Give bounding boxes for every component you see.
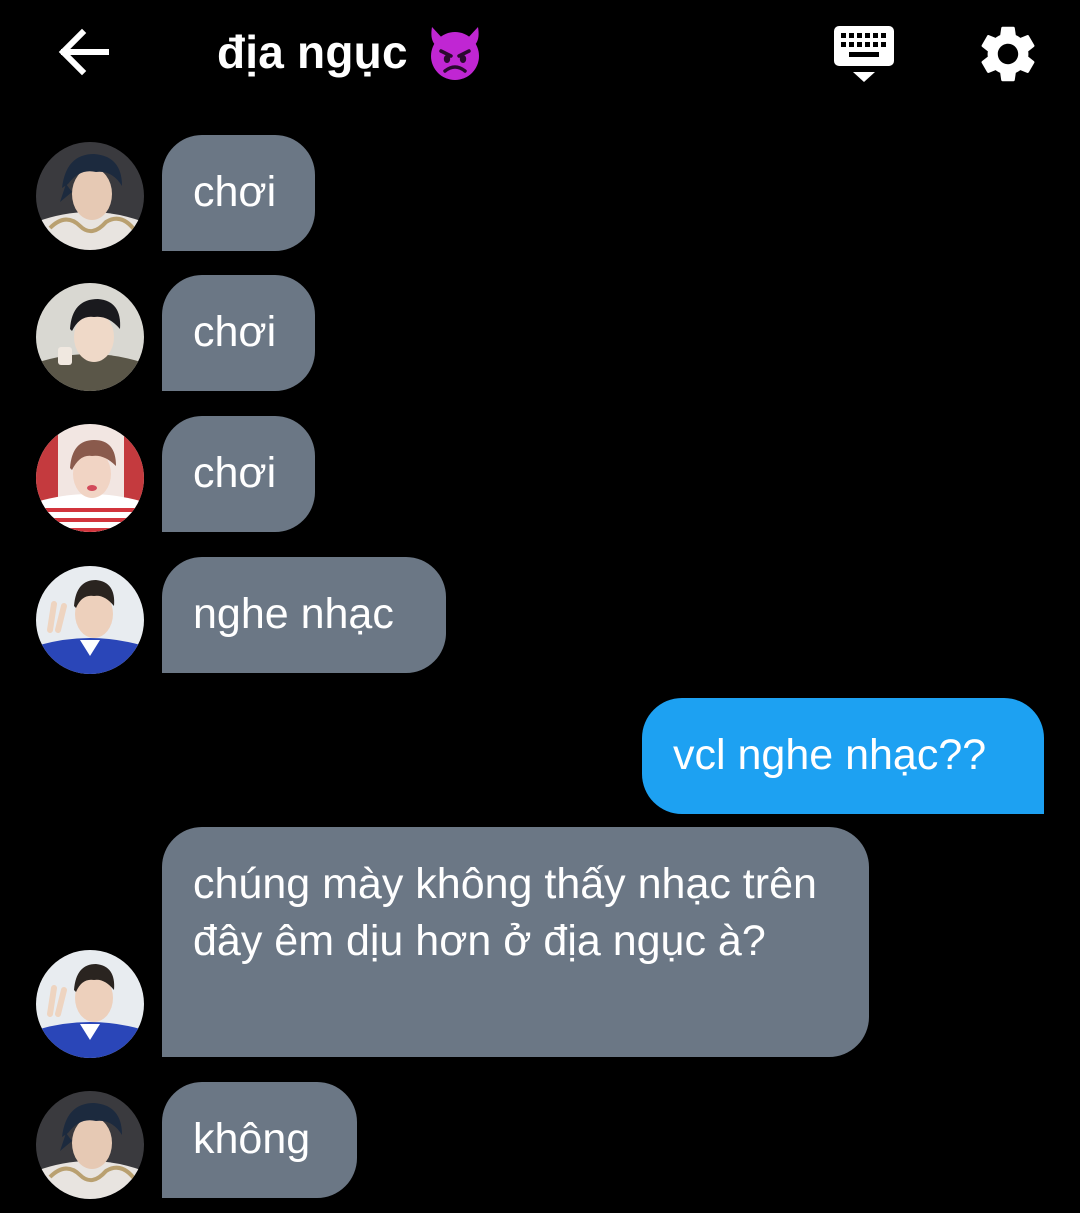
avatar[interactable] — [36, 950, 144, 1058]
incoming-message-bubble[interactable]: chúng mày không thấy nhạc trên đây êm dị… — [162, 827, 869, 1057]
message-text: chơi — [193, 449, 277, 497]
incoming-message-bubble[interactable]: chơi — [162, 416, 315, 532]
avatar[interactable] — [36, 424, 144, 532]
avatar[interactable] — [36, 283, 144, 391]
keyboard-icon — [834, 26, 894, 82]
outgoing-message-bubble[interactable]: vcl nghe nhạc?? — [642, 698, 1044, 814]
back-button[interactable] — [52, 22, 116, 82]
message-text: vcl nghe nhạc?? — [673, 731, 987, 779]
message-text: nghe nhạc — [193, 590, 394, 638]
message-text: chơi — [193, 308, 277, 356]
avatar-4-photo — [36, 566, 144, 674]
incoming-message-bubble[interactable]: nghe nhạc — [162, 557, 446, 673]
chat-header: địa ngục — [0, 0, 1080, 110]
chat-title: địa ngục — [217, 26, 408, 78]
settings-button[interactable] — [974, 20, 1042, 88]
avatar-1-photo — [36, 142, 144, 250]
incoming-message-bubble[interactable]: chơi — [162, 135, 315, 251]
avatar[interactable] — [36, 1091, 144, 1199]
angry-devil-emoji-icon — [430, 27, 479, 80]
incoming-message-bubble[interactable]: không — [162, 1082, 357, 1198]
avatar[interactable] — [36, 142, 144, 250]
avatar-1-photo — [36, 1091, 144, 1199]
avatar[interactable] — [36, 566, 144, 674]
message-text: chơi — [193, 168, 277, 216]
gear-icon — [981, 26, 1035, 82]
message-text: không — [193, 1115, 311, 1163]
chat-title-group: địa ngục — [217, 22, 486, 82]
incoming-message-bubble[interactable]: chơi — [162, 275, 315, 391]
keyboard-toggle-button[interactable] — [830, 22, 900, 86]
message-text: chúng mày không thấy nhạc trên đây êm dị… — [193, 860, 817, 965]
avatar-3-photo — [36, 424, 144, 532]
arrow-left-icon — [58, 28, 109, 76]
avatar-2-photo — [36, 283, 144, 391]
avatar-4-photo — [36, 950, 144, 1058]
